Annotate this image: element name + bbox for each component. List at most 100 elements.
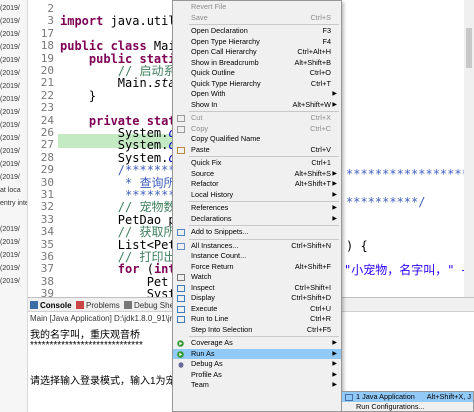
menu-separator [189,201,339,202]
package-explorer-item[interactable]: (2019/ [0,93,27,106]
menu-item-show-in-breadcrumb[interactable]: Show in Breadcrumb Alt+Shift+B [173,58,341,69]
menu-item-label: Save [191,12,208,22]
menu-item-source[interactable]: Source Alt+Shift+S ▶ [173,169,341,180]
package-explorer-item[interactable]: at loca [0,184,27,197]
submenu-arrow-icon: ▶ [332,205,337,211]
menu-item-instance-count[interactable]: Instance Count... [173,251,341,262]
menu-item-label: Revert File [191,2,227,11]
package-explorer-item[interactable]: (2019/ [0,236,27,249]
submenu-arrow-icon: ▶ [332,215,337,222]
menu-item-team[interactable]: Team ▶ [173,380,341,391]
menu-item-label: Quick Fix [191,158,222,167]
package-explorer-item[interactable]: (2019/ [0,106,27,119]
run-icon [177,350,185,358]
package-explorer-item[interactable]: (2019/ [0,249,27,262]
menu-item-references[interactable]: References ▶ [173,203,341,214]
submenu-arrow-icon: ▶ [332,350,337,357]
menu-item-coverage-as[interactable]: Coverage As ▶ [173,338,341,349]
menu-item-shortcut: Ctrl+F5 [306,324,331,334]
menu-item-open-declaration[interactable]: Open Declaration F3 [173,26,341,37]
java-app-icon [345,394,353,401]
editor-scrollbar[interactable] [464,0,474,297]
package-explorer-item[interactable]: (2019/ [0,171,27,184]
menu-item-copy[interactable]: Copy Ctrl+C [173,124,341,135]
package-explorer-item[interactable]: entry inte [0,197,27,210]
submenu-arrow-icon: ▶ [332,91,337,97]
package-explorer-item[interactable]: (2019/ [0,119,27,132]
package-explorer-item[interactable]: (2019/ [0,15,27,28]
editor-context-menu[interactable]: Revert File Save Ctrl+S Open Declaration F3 O… [172,0,342,412]
scroll-thumb[interactable] [466,28,472,68]
menu-item-execute[interactable]: Execute Ctrl+U [173,304,341,315]
line-number: 39 [40,287,54,297]
package-explorer-item[interactable]: (2019/ [0,132,27,145]
menu-item-label: Source [191,168,215,178]
submenu-item-run-configurations[interactable]: Run Configurations... [342,402,473,412]
inspect-icon [177,284,185,292]
cut-icon [177,115,185,122]
menu-item-paste[interactable]: Paste Ctrl+V [173,145,341,156]
tab-problems[interactable]: Problems [76,300,120,311]
console-left-strip [0,297,28,412]
menu-item-refactor[interactable]: Refactor Alt+Shift+T ▶ [173,179,341,190]
menu-item-force-return[interactable]: Force Return Alt+Shift+F [173,262,341,273]
menu-item-shortcut: Alt+Shift+F [294,261,331,271]
menu-item-copy-qualified-name[interactable]: Copy Qualified Name [173,134,341,145]
menu-separator [189,111,339,112]
package-explorer-item[interactable]: (2019/ [0,262,27,275]
menu-item-open-with[interactable]: Open With ▶ [173,89,341,100]
package-explorer-item[interactable]: (2019/ [0,275,27,288]
package-explorer-item[interactable]: (2019/ [0,54,27,67]
menu-item-quick-fix[interactable]: Quick Fix Ctrl+1 [173,158,341,169]
menu-item-add-to-snippets[interactable]: Add to Snippets... [173,227,341,238]
package-explorer-item[interactable]: (2019/ [0,67,27,80]
tab-debug-shell[interactable]: Debug Shell [124,300,178,311]
menu-item-label: Local History [191,189,234,199]
package-explorer-item[interactable]: (2019/ [0,41,27,54]
menu-item-open-call-hierarchy[interactable]: Open Call Hierarchy Ctrl+Alt+H [173,47,341,58]
menu-item-declarations[interactable]: Declarations ▶ [173,214,341,225]
menu-item-watch[interactable]: Watch [173,272,341,283]
menu-item-profile-as[interactable]: Profile As ▶ [173,370,341,381]
package-explorer-item[interactable] [0,210,27,223]
submenu-item-1-java-application[interactable]: 1 Java Application Alt+Shift+X, J [342,392,473,402]
package-explorer-item[interactable]: (2019/ [0,80,27,93]
tab-console[interactable]: Console [30,300,72,311]
menu-item-run-as[interactable]: Run As ▶ [173,348,341,359]
menu-item-shortcut: Ctrl+T [310,78,331,88]
submenu-arrow-icon: ▶ [332,181,337,187]
menu-item-quick-outline[interactable]: Quick Outline Ctrl+O [173,68,341,79]
package-explorer-item[interactable]: (2019/ [0,158,27,171]
menu-item-debug-as[interactable]: Debug As ▶ [173,359,341,370]
run-as-submenu[interactable]: 1 Java Application Alt+Shift+X, J Run Conf… [341,391,474,412]
package-explorer-item[interactable]: (2019/ [0,145,27,158]
menu-item-label: Display [191,293,215,302]
menu-item-quick-type-hierarchy[interactable]: Quick Type Hierarchy Ctrl+T [173,79,341,90]
menu-item-label: Show in Breadcrumb [191,57,259,67]
submenu-item-shortcut: Alt+Shift+X, J [426,392,471,401]
menu-item-shortcut: Ctrl+Alt+H [297,47,331,56]
menu-separator [189,24,339,25]
menu-item-step-into-selection[interactable]: Step Into Selection Ctrl+F5 [173,325,341,336]
menu-item-save[interactable]: Save Ctrl+S [173,13,341,24]
menu-item-label: Force Return [191,261,234,271]
menu-item-display[interactable]: Display Ctrl+Shift+D [173,293,341,304]
package-explorer-item[interactable]: (2019/ [0,223,27,236]
package-explorer-item[interactable]: (2019/ [0,2,27,15]
javadoc-end-fragment: **********/ [346,195,426,209]
menu-item-shortcut: Ctrl+X [310,113,331,122]
menu-item-open-type-hierarchy[interactable]: Open Type Hierarchy F4 [173,37,341,48]
menu-item-run-to-line[interactable]: Run to Line Ctrl+R [173,314,341,325]
menu-item-label: Add to Snippets... [191,227,249,236]
menu-item-label: Instance Count... [191,251,247,260]
menu-item-label: Cut [191,113,203,122]
submenu-arrow-icon: ▶ [332,340,337,346]
menu-item-show-in[interactable]: Show In Alt+Shift+W ▶ [173,100,341,111]
menu-separator [189,156,339,157]
menu-item-all-instances[interactable]: All Instances... Ctrl+Shift+N [173,241,341,252]
menu-item-inspect[interactable]: Inspect Ctrl+Shift+I [173,283,341,294]
package-explorer-item[interactable]: (2019/ [0,28,27,41]
menu-item-revert-file[interactable]: Revert File [173,2,341,13]
menu-item-cut[interactable]: Cut Ctrl+X [173,113,341,124]
menu-item-local-history[interactable]: Local History ▶ [173,190,341,201]
